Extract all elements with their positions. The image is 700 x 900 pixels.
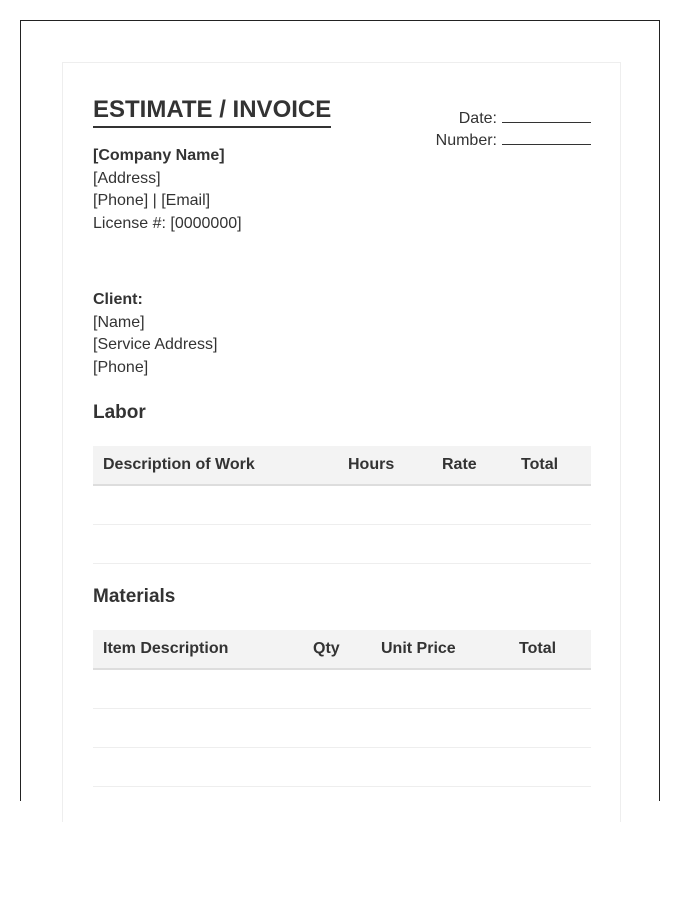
labor-heading: Labor (93, 402, 146, 423)
number-label: Number: (435, 132, 497, 149)
labor-col-hours: Hours (348, 456, 395, 473)
labor-col-rate: Rate (442, 456, 477, 473)
table-row[interactable] (93, 709, 591, 748)
table-row[interactable] (93, 748, 591, 787)
date-blank-line[interactable] (502, 108, 591, 123)
materials-heading: Materials (93, 586, 176, 607)
materials-col-qty: Qty (313, 640, 340, 657)
document-title: ESTIMATE / INVOICE (93, 96, 332, 128)
company-info: [Company Name] [Address] [Phone] | [Emai… (93, 145, 242, 235)
date-label: Date: (458, 110, 497, 127)
table-row[interactable] (93, 525, 591, 564)
document-meta: Date: Number: (436, 108, 591, 152)
company-name: [Company Name] (93, 147, 225, 164)
labor-table: Description of Work Hours Rate Total (93, 446, 591, 564)
client-info: Client: [Name] [Service Address] [Phone] (93, 289, 218, 379)
client-service-address: [Service Address] (93, 336, 218, 353)
table-row[interactable] (93, 670, 591, 709)
labor-col-total: Total (521, 456, 559, 473)
number-row: Number: (436, 130, 591, 152)
materials-table-header: Item Description Qty Unit Price Total (93, 630, 591, 670)
client-name: [Name] (93, 313, 145, 331)
invoice-page: ESTIMATE / INVOICE Date: Number: [Compan… (62, 62, 621, 822)
client-phone: [Phone] (93, 358, 149, 376)
materials-table: Item Description Qty Unit Price Total (93, 630, 591, 787)
labor-table-header: Description of Work Hours Rate Total (93, 446, 591, 486)
company-address: [Address] (93, 169, 161, 187)
materials-col-item: Item Description (103, 640, 229, 657)
table-row[interactable] (93, 486, 591, 525)
date-row: Date: (436, 108, 591, 130)
document-frame: ESTIMATE / INVOICE Date: Number: [Compan… (20, 20, 660, 822)
materials-col-unit-price: Unit Price (381, 640, 456, 657)
number-blank-line[interactable] (502, 130, 591, 145)
materials-col-total: Total (519, 640, 557, 657)
company-license: License #: [0000000] (93, 214, 242, 232)
labor-col-description: Description of Work (103, 456, 255, 473)
client-heading: Client: (93, 291, 143, 308)
company-contact: [Phone] | [Email] (93, 192, 211, 209)
